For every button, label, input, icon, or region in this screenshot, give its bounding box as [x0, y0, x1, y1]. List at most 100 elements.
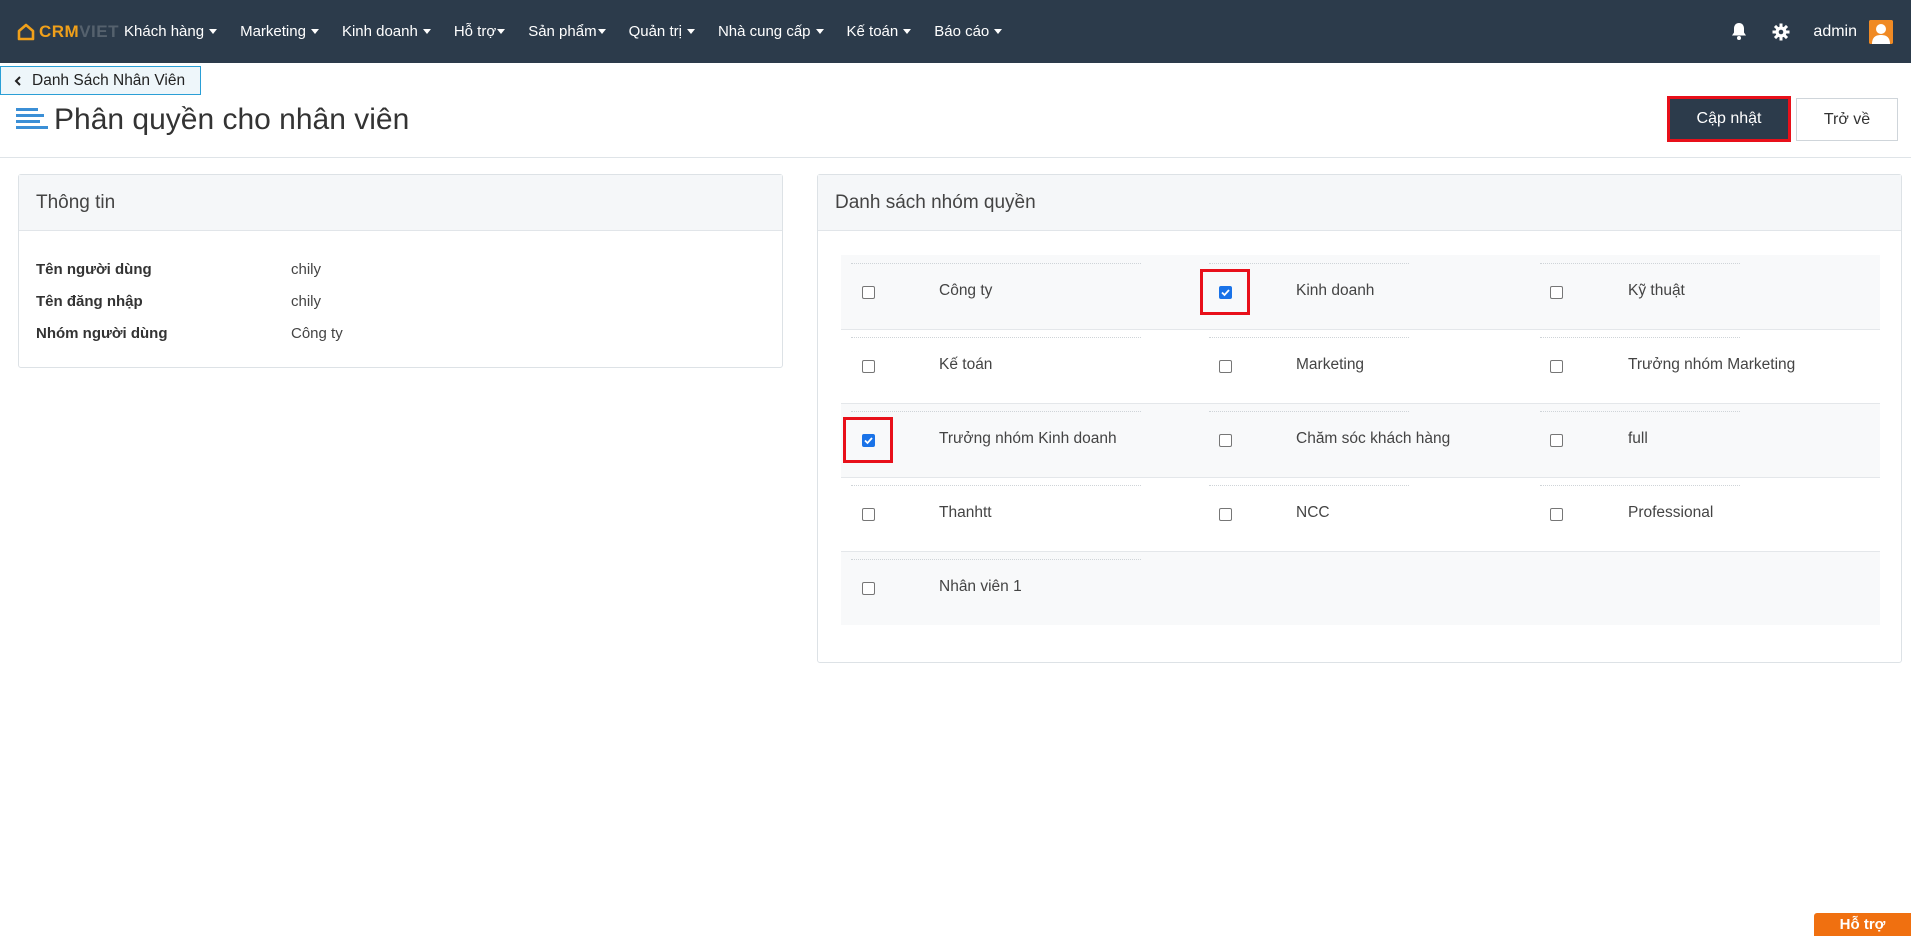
permission-label: Chăm sóc khách hàng — [1296, 430, 1451, 447]
brand-logo[interactable]: CRM VIET — [16, 22, 119, 42]
permission-label: Trưởng nhóm Marketing — [1628, 356, 1796, 373]
permission-checkbox[interactable] — [1218, 285, 1232, 299]
user-avatar-icon — [1869, 19, 1893, 44]
gear-icon[interactable] — [1771, 22, 1791, 42]
cell-divider — [1540, 485, 1740, 486]
home-logo-icon — [17, 23, 35, 41]
permission-label: Kế toán — [939, 356, 993, 373]
cell-divider — [1209, 485, 1409, 486]
breadcrumb-label: Danh Sách Nhân Viên — [32, 71, 186, 89]
permission-checkbox[interactable] — [861, 581, 875, 595]
info-panel-heading: Thông tin — [19, 175, 782, 231]
menu-label: Kế toán — [846, 23, 899, 40]
permission-checkbox-wrap — [843, 417, 893, 463]
permission-label: Nhân viên 1 — [939, 578, 1022, 595]
bell-icon[interactable] — [1729, 22, 1749, 42]
permission-checkbox-wrap — [1531, 491, 1581, 537]
cell-divider — [1540, 337, 1740, 338]
breadcrumb-back-link[interactable]: Danh Sách Nhân Viên — [0, 66, 201, 95]
permission-checkbox[interactable] — [861, 433, 875, 447]
permission-checkbox-wrap — [1200, 269, 1250, 315]
cell-divider — [1540, 263, 1740, 264]
top-navbar: CRM VIET Khách hàng Marketing Kinh doanh … — [0, 0, 1911, 63]
cell-divider — [1209, 263, 1409, 264]
chevron-left-icon — [14, 75, 21, 86]
permission-label: Marketing — [1296, 356, 1365, 373]
permission-checkbox[interactable] — [1549, 359, 1563, 373]
menu-label: Sản phẩm — [528, 23, 597, 40]
caret-down-icon — [497, 29, 506, 34]
permission-checkbox-wrap — [843, 343, 893, 389]
menu-bao-cao[interactable]: Báo cáo — [934, 23, 1003, 40]
menu-marketing[interactable]: Marketing — [240, 23, 319, 40]
permission-label: full — [1628, 430, 1648, 447]
permission-label: Thanhtt — [939, 504, 992, 521]
avatar[interactable] — [1869, 19, 1893, 44]
cell-divider — [1209, 337, 1409, 338]
cell-divider — [851, 411, 1141, 412]
permission-checkbox-wrap — [843, 565, 893, 611]
permission-panel-heading: Danh sách nhóm quyền — [818, 175, 1901, 231]
main-menu: Khách hàng Marketing Kinh doanh Hỗ trợ S… — [124, 0, 1025, 63]
menu-quan-tri[interactable]: Quản trị — [629, 23, 695, 40]
permission-checkbox-wrap — [1200, 491, 1250, 537]
menu-san-pham[interactable]: Sản phẩm — [528, 23, 606, 40]
permission-checkbox-wrap — [843, 269, 893, 315]
user-name[interactable]: admin — [1813, 23, 1857, 41]
menu-ke-toan[interactable]: Kế toán — [847, 23, 912, 40]
caret-down-icon — [994, 29, 1003, 34]
permission-checkbox[interactable] — [1549, 507, 1563, 521]
permission-checkbox[interactable] — [1218, 507, 1232, 521]
cell-divider — [851, 263, 1141, 264]
menu-ho-tro[interactable]: Hỗ trợ — [454, 23, 506, 40]
checkmark-icon — [863, 436, 873, 444]
cell-divider — [1540, 411, 1740, 412]
menu-label: Báo cáo — [934, 23, 990, 40]
caret-down-icon — [815, 29, 824, 34]
permission-checkbox-wrap — [1200, 417, 1250, 463]
permission-checkbox[interactable] — [1549, 433, 1563, 447]
list-icon — [16, 108, 48, 129]
permission-checkbox[interactable] — [1218, 433, 1232, 447]
info-list: Tên người dùng chily Tên đăng nhập chily… — [19, 231, 782, 349]
info-value: Công ty — [291, 324, 343, 342]
help-button[interactable]: Hỗ trợ — [1814, 913, 1911, 936]
page-header: Phân quyền cho nhân viên — [16, 100, 409, 140]
permission-label: Kỹ thuật — [1628, 282, 1685, 299]
info-value: chily — [291, 260, 322, 278]
menu-nha-cung-cap[interactable]: Nhà cung cấp — [718, 23, 824, 40]
info-row-login: Tên đăng nhập chily — [36, 285, 765, 317]
permission-checkbox[interactable] — [861, 359, 875, 373]
back-button[interactable]: Trở về — [1796, 98, 1898, 141]
update-button[interactable]: Cập nhật — [1667, 96, 1791, 142]
permission-checkbox-wrap — [843, 491, 893, 537]
caret-down-icon — [903, 29, 912, 34]
menu-label: Khách hàng — [124, 23, 205, 40]
permission-checkbox-wrap — [1531, 417, 1581, 463]
info-label: Tên người dùng — [36, 260, 152, 278]
info-panel: Thông tin Tên người dùng chily Tên đăng … — [18, 174, 783, 368]
header-divider — [0, 157, 1911, 158]
page-title: Phân quyền cho nhân viên — [54, 103, 410, 136]
checkmark-icon — [1220, 288, 1230, 296]
permission-groups-panel: Danh sách nhóm quyền Công ty Kinh doanh Kỹ… — [817, 174, 1902, 663]
brand-part1: CRM — [39, 22, 80, 41]
permission-checkbox[interactable] — [1549, 285, 1563, 299]
info-value: chily — [291, 292, 322, 310]
permission-checkbox-wrap — [1531, 269, 1581, 315]
permission-checkbox[interactable] — [861, 507, 875, 521]
permission-label: Công ty — [939, 282, 993, 299]
permission-checkbox-wrap — [1200, 343, 1250, 389]
permission-checkbox[interactable] — [1218, 359, 1232, 373]
permission-label: NCC — [1296, 504, 1330, 521]
cell-divider — [851, 337, 1141, 338]
menu-kinh-doanh[interactable]: Kinh doanh — [342, 23, 431, 40]
permission-row — [841, 477, 1880, 551]
permission-checkbox[interactable] — [861, 285, 875, 299]
permission-label: Kinh doanh — [1296, 282, 1375, 299]
menu-label: Marketing — [240, 23, 306, 40]
info-label: Tên đăng nhập — [36, 292, 143, 310]
cell-divider — [851, 559, 1141, 560]
menu-khach-hang[interactable]: Khách hàng — [124, 23, 218, 40]
cell-divider — [1209, 411, 1409, 412]
